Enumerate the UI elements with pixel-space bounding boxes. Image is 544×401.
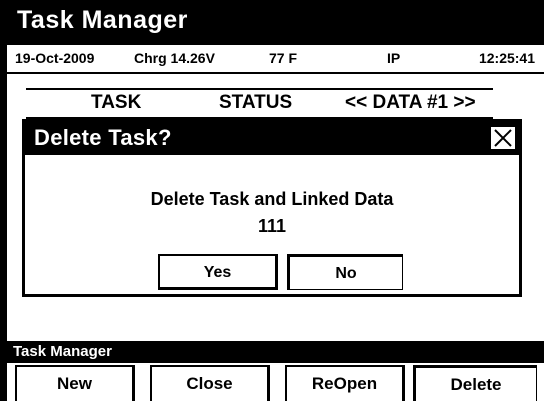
menu-title: Task Manager	[13, 343, 112, 360]
screen-left-border	[0, 0, 7, 401]
task-table-header: TASK STATUS << DATA #1 >>	[26, 88, 493, 119]
no-button[interactable]: No	[287, 254, 403, 290]
status-charge: Chrg 14.26V	[134, 50, 215, 66]
dialog-message: Delete Task and Linked Data	[150, 189, 394, 209]
status-time: 12:25:41	[478, 50, 535, 66]
status-mode: IP	[387, 50, 401, 66]
dialog-title: Delete Task?	[34, 125, 172, 150]
delete-button[interactable]: Delete	[413, 365, 537, 401]
yes-button[interactable]: Yes	[158, 254, 278, 290]
dialog-task-id: 111	[257, 216, 287, 236]
status-date: 19-Oct-2009	[15, 50, 95, 66]
new-button[interactable]: New	[15, 365, 135, 401]
column-header-task[interactable]: TASK	[91, 92, 141, 114]
status-temperature: 77 F	[269, 50, 298, 66]
menu-title-bar: Task Manager	[7, 341, 544, 363]
delete-task-dialog: Delete Task? Delete Task and Linked Data…	[22, 119, 522, 297]
app-title: Task Manager	[17, 6, 188, 34]
status-bar: 19-Oct-2009 Chrg 14.26V 77 F IP 12:25:41	[7, 45, 544, 74]
column-header-status[interactable]: STATUS	[219, 92, 292, 114]
title-bar: Task Manager	[7, 0, 544, 45]
reopen-button[interactable]: ReOpen	[285, 365, 405, 401]
task-manager-screen: Task Manager 19-Oct-2009 Chrg 14.26V 77 …	[0, 0, 544, 401]
dialog-close-button[interactable]	[490, 126, 516, 150]
dialog-title-bar: Delete Task?	[25, 122, 519, 155]
close-icon	[494, 129, 512, 147]
close-button[interactable]: Close	[150, 365, 270, 401]
column-header-data[interactable]: << DATA #1 >>	[345, 92, 476, 114]
